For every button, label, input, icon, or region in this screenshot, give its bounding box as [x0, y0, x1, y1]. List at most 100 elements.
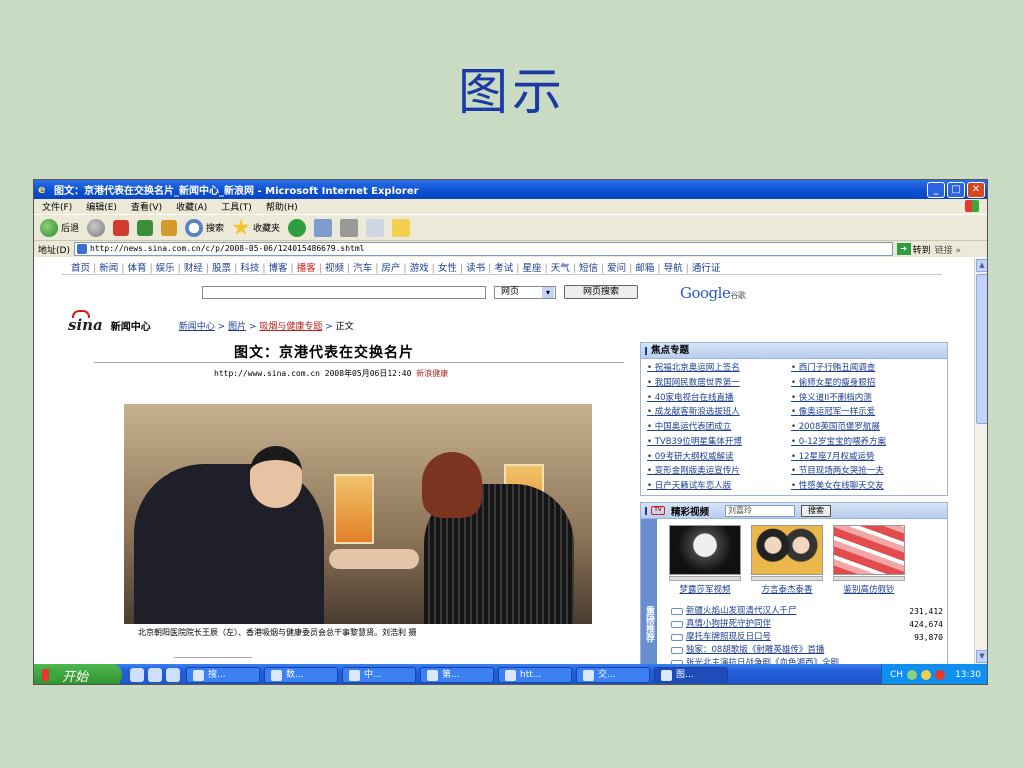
menu-favorites[interactable]: 收藏(A) — [176, 200, 207, 213]
video-title[interactable]: 张光北主演抗日战争剧《血色湘西》全剧 — [686, 657, 883, 664]
nav-link[interactable]: 新闻 — [96, 260, 121, 274]
google-logo[interactable]: Google谷歌 — [680, 284, 746, 302]
nav-link[interactable]: 星座 — [520, 260, 545, 274]
taskbar-task[interactable]: 图... — [654, 667, 728, 683]
video-title[interactable]: 新疆火焰山发现清代汉人千尸 — [686, 605, 883, 618]
nav-link[interactable]: 股票 — [209, 260, 234, 274]
nav-link[interactable]: 播客 — [294, 260, 319, 274]
nav-link[interactable]: 短信 — [576, 260, 601, 274]
window-titlebar[interactable]: e 图文：京港代表在交换名片_新闻中心_新浪网 - Microsoft Inte… — [34, 180, 987, 199]
focus-item[interactable]: TVB39位明星集体开博 — [647, 436, 783, 451]
focus-item[interactable]: 09考研大纲权威解读 — [647, 451, 783, 466]
taskbar-task[interactable]: htt... — [498, 667, 572, 683]
focus-item[interactable]: 节目现场两女哭抢一夫 — [791, 465, 931, 480]
focus-item[interactable]: 12星座7月权威运势 — [791, 451, 931, 466]
vertical-scrollbar[interactable]: ▲ ▼ — [974, 258, 987, 664]
nav-link[interactable]: 天气 — [548, 260, 573, 274]
breadcrumb-section[interactable]: 图片 — [228, 322, 246, 332]
search-button[interactable]: 搜索 — [185, 218, 224, 237]
menu-file[interactable]: 文件(F) — [42, 200, 72, 213]
nav-link[interactable]: 游戏 — [407, 260, 432, 274]
quick-launch-icon[interactable] — [130, 668, 144, 682]
quick-launch-icon[interactable] — [166, 668, 180, 682]
taskbar-task[interactable]: 交... — [576, 667, 650, 683]
nav-link[interactable]: 女性 — [435, 260, 460, 274]
tray-icon[interactable] — [921, 670, 932, 680]
video-thumb[interactable]: 方言泰杰泰香 — [751, 525, 823, 595]
focus-item[interactable]: 偷师女星的瘦身狠招 — [791, 377, 931, 392]
focus-item[interactable]: 我国网民数居世界第一 — [647, 377, 783, 392]
mail-icon[interactable] — [314, 218, 333, 237]
links-button[interactable]: 链接 » — [935, 243, 961, 256]
nav-link[interactable]: 娱乐 — [153, 260, 178, 274]
web-search-button[interactable]: 网页搜索 — [564, 285, 638, 299]
article-source[interactable]: 新浪健康 — [416, 369, 448, 378]
nav-link[interactable]: 首页 — [68, 260, 93, 274]
focus-item[interactable]: 中国奥运代表团成立 — [647, 421, 783, 436]
nav-link[interactable]: 科技 — [237, 260, 262, 274]
menu-edit[interactable]: 编辑(E) — [86, 200, 117, 213]
language-indicator[interactable]: CH — [890, 670, 903, 680]
favorites-button[interactable]: 收藏夹 — [232, 218, 280, 237]
video-thumb[interactable]: 鉴别高仿假钞 — [833, 525, 905, 595]
maximize-button[interactable]: □ — [947, 181, 965, 198]
nav-link[interactable]: 汽车 — [350, 260, 375, 274]
minimize-button[interactable]: _ — [927, 181, 945, 198]
focus-item[interactable]: 0-12岁宝宝的喂养方案 — [791, 436, 931, 451]
messenger-icon[interactable] — [392, 218, 411, 237]
video-search-input[interactable]: 刘嘉玲 — [725, 504, 796, 517]
menu-tools[interactable]: 工具(T) — [221, 200, 252, 213]
print-icon[interactable] — [340, 218, 359, 237]
video-title[interactable]: 摩托车牌照现反日口号 — [686, 631, 883, 644]
article-url[interactable]: http://www.sina.com.cn — [214, 369, 320, 378]
video-search-button[interactable]: 搜索 — [801, 504, 832, 517]
scroll-down-icon[interactable]: ▼ — [976, 650, 987, 663]
home-icon[interactable] — [161, 219, 178, 236]
close-button[interactable]: ✕ — [967, 181, 985, 198]
quick-launch-icon[interactable] — [148, 668, 162, 682]
nav-link[interactable]: 体育 — [124, 260, 149, 274]
video-title[interactable]: 真情小狗拼死守护同伴 — [686, 618, 883, 631]
video-thumb-title[interactable]: 梦露莎军视频 — [669, 583, 741, 595]
scroll-up-icon[interactable]: ▲ — [976, 259, 987, 272]
video-list-item[interactable]: 摩托车牌照现反日口号 93,870 — [671, 631, 943, 644]
focus-item[interactable]: 性感美女在线聊天交友 — [791, 480, 931, 495]
media-icon[interactable] — [288, 218, 307, 237]
go-button[interactable]: ➜ 转到 — [896, 243, 931, 256]
focus-item[interactable]: 西门子行贿丑闻调查 — [791, 362, 931, 377]
video-title[interactable]: 独家：08胡歌版《射雕英雄传》首播 — [686, 644, 883, 657]
article-photo[interactable] — [124, 404, 592, 624]
focus-item[interactable]: 祝福北京奥运网上签名 — [647, 362, 783, 377]
focus-item[interactable]: 2008英国范堡罗航展 — [791, 421, 931, 436]
taskbar-task[interactable]: 第... — [420, 667, 494, 683]
edit-icon[interactable] — [366, 218, 385, 237]
refresh-icon[interactable] — [137, 219, 154, 236]
nav-link[interactable]: 读书 — [463, 260, 488, 274]
back-button[interactable]: 后退 — [40, 218, 79, 237]
video-thumb-title[interactable]: 鉴别高仿假钞 — [833, 583, 905, 595]
video-thumb-title[interactable]: 方言泰杰泰香 — [751, 583, 823, 595]
taskbar-task[interactable]: 搜... — [186, 667, 260, 683]
nav-link[interactable]: 考试 — [491, 260, 516, 274]
focus-item[interactable]: 40家电视台在线直播 — [647, 392, 783, 407]
menu-view[interactable]: 查看(V) — [131, 200, 162, 213]
taskbar-task[interactable]: 中... — [342, 667, 416, 683]
video-list-item[interactable]: 真情小狗拼死守护同伴 424,674 — [671, 618, 943, 631]
focus-item[interactable]: 日产天籁试车恋人版 — [647, 480, 783, 495]
nav-link[interactable]: 爱问 — [604, 260, 629, 274]
taskbar-task[interactable]: 数... — [264, 667, 338, 683]
nav-link[interactable]: 导航 — [661, 260, 686, 274]
focus-item[interactable]: 变形金刚版奥运宣传片 — [647, 465, 783, 480]
video-list-item[interactable]: 独家：08胡歌版《射雕英雄传》首播 — [671, 644, 943, 657]
breadcrumb-home[interactable]: 新闻中心 — [179, 322, 215, 332]
tray-icon[interactable] — [907, 670, 918, 680]
site-search-input[interactable] — [202, 285, 486, 299]
video-list-item[interactable]: 新疆火焰山发现清代汉人千尸 231,412 — [671, 605, 943, 618]
scrollbar-thumb[interactable] — [976, 274, 987, 424]
search-type-select[interactable]: 网页 — [494, 285, 556, 299]
nav-link[interactable]: 房产 — [378, 260, 403, 274]
video-thumb[interactable]: 梦露莎军视频 — [669, 525, 741, 595]
sina-logo[interactable]: sina — [68, 310, 103, 334]
address-input[interactable]: http://news.sina.com.cn/c/p/2008-05-06/1… — [73, 242, 893, 256]
nav-link[interactable]: 财经 — [181, 260, 206, 274]
